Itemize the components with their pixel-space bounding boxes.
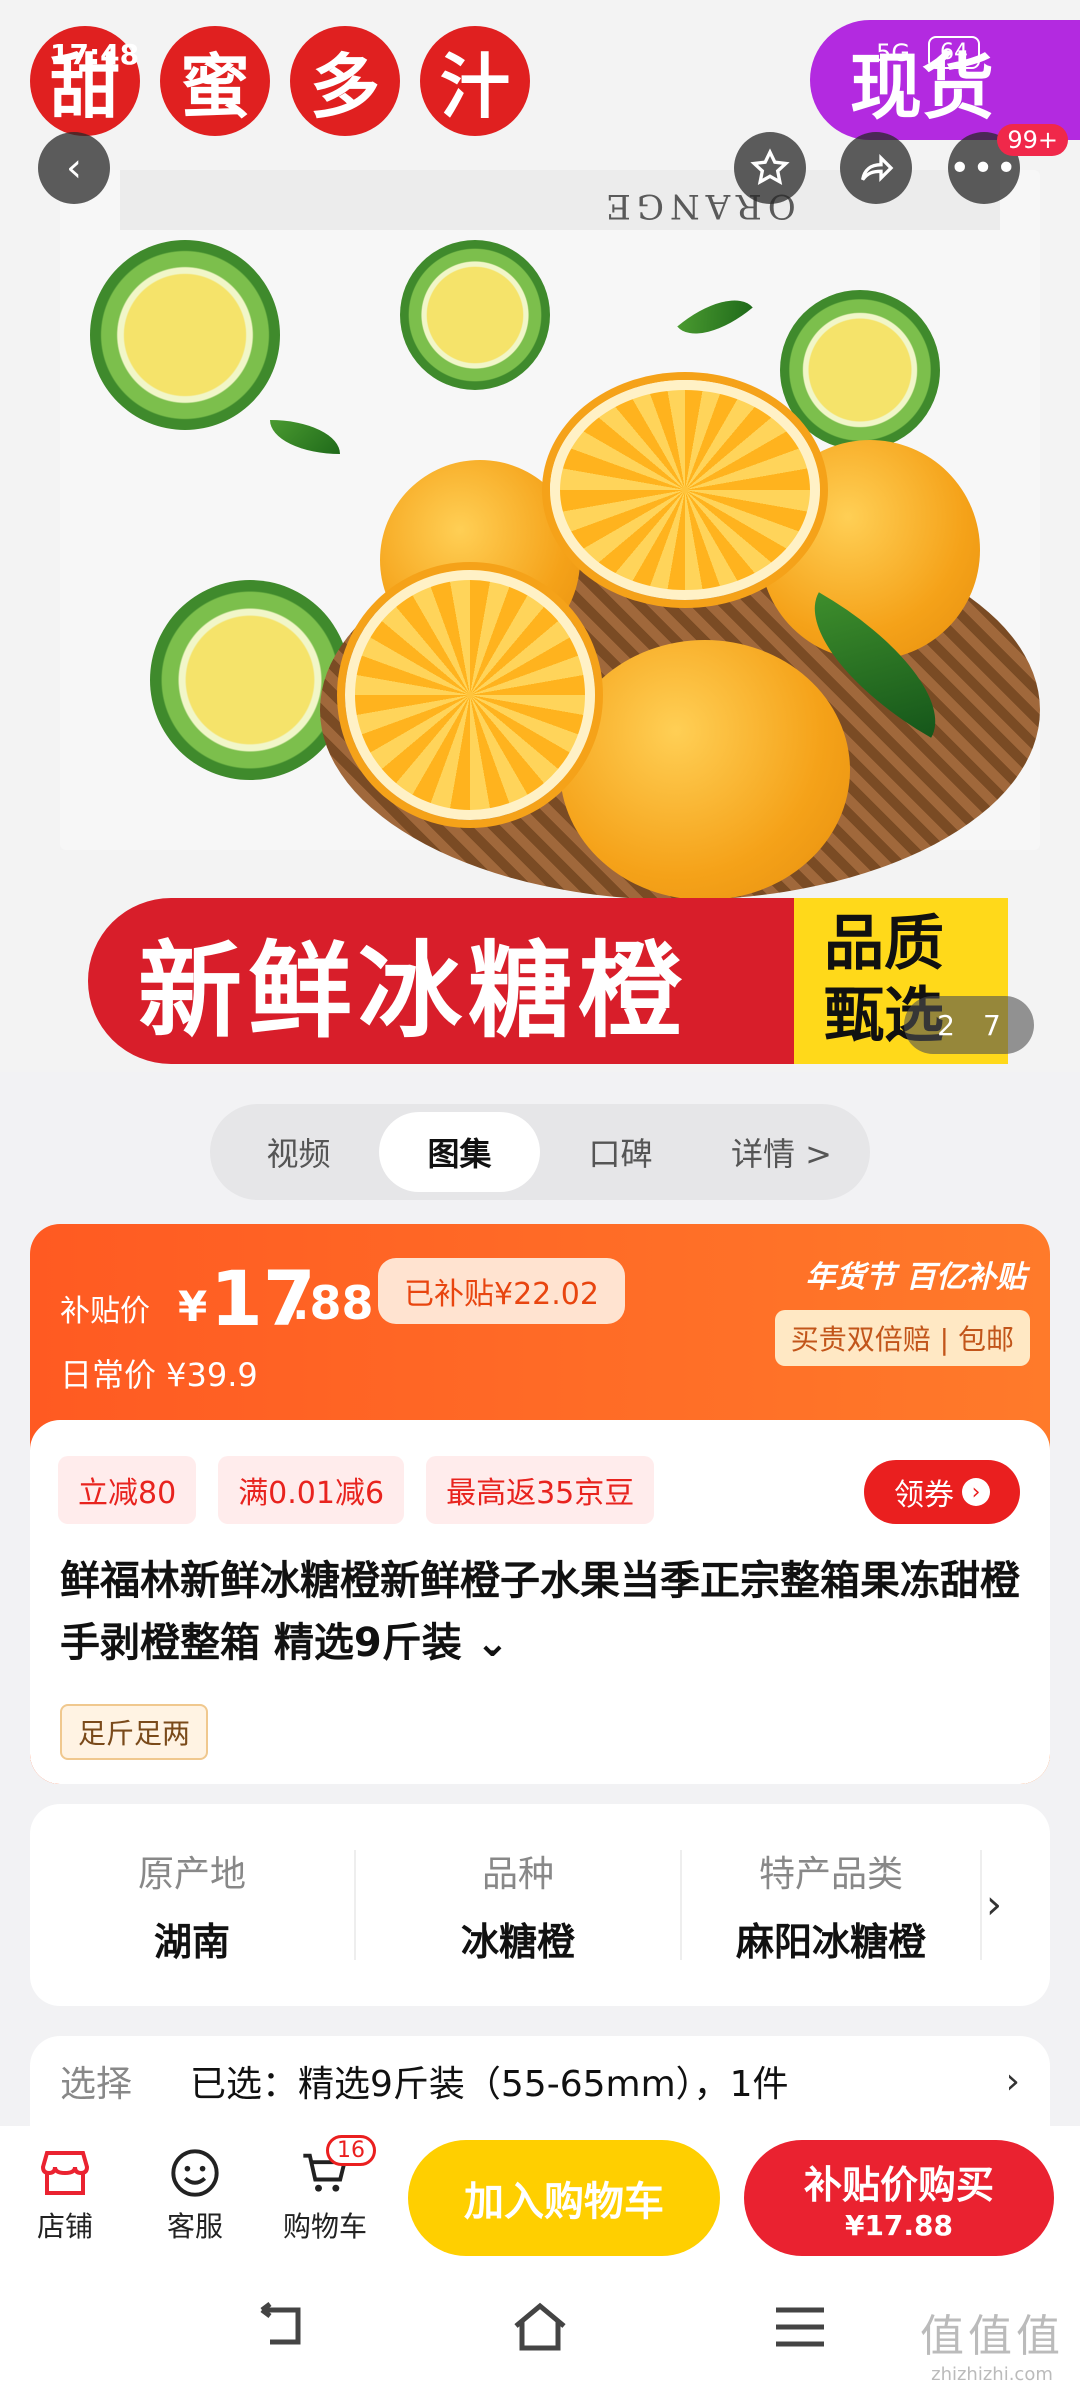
promo-logo[interactable]: 年货节 百亿补贴 (806, 1252, 1026, 1296)
cart-button[interactable]: 16 购物车 (260, 2135, 390, 2245)
lime-slice-image (780, 290, 940, 450)
product-page: ORANGE 甜 蜜 多 汁 现货 17:48 5G 64 ‹ ••• 99+ … (0, 0, 1080, 2400)
notification-badge: 99+ (997, 124, 1068, 156)
star-icon (750, 148, 790, 186)
bottom-action-bar: 店铺 客服 16 购物车 加入购物车 补贴价购买 ¥17.88 (0, 2126, 1080, 2266)
share-button[interactable] (840, 132, 912, 204)
attribute-value: 冰糖橙 (460, 1919, 575, 1961)
attribute-origin: 原产地 湖南 (30, 1850, 356, 1960)
battery-indicator: 64 (928, 36, 980, 69)
cart-count-badge: 16 (326, 2135, 376, 2166)
service-label: 客服 (166, 2210, 223, 2243)
status-time: 17:48 (50, 38, 140, 71)
status-indicators: 5G 64 (876, 36, 980, 69)
coupon-tag[interactable]: 立减80 (58, 1456, 197, 1524)
watermark: 值值值 zhizhizhi.com (920, 2300, 1064, 2385)
orange-image (560, 640, 850, 900)
system-nav-bar (0, 2266, 1080, 2400)
attribute-key: 特产品类 (758, 1853, 903, 1895)
tab-video[interactable]: 视频 (218, 1112, 379, 1192)
orange-half-image (345, 570, 595, 820)
tab-details[interactable]: 详情 > (701, 1112, 862, 1192)
price-decimal: .88 (292, 1276, 374, 1330)
home-nav-icon[interactable] (510, 2301, 570, 2366)
chevron-left-icon: ‹ (66, 145, 82, 191)
store-icon (35, 2147, 95, 2199)
tab-reviews[interactable]: 口碑 (540, 1112, 701, 1192)
quality-tag-line: 品质 (824, 909, 944, 979)
daily-price: 日常价 ¥39.9 (60, 1356, 258, 1394)
chevron-right-icon[interactable]: › (982, 1882, 1002, 1928)
lime-slice-image (400, 240, 550, 390)
attribute-variety: 品种 冰糖橙 (356, 1850, 682, 1960)
product-image-carousel[interactable]: ORANGE 甜 蜜 多 汁 现货 17:48 5G 64 ‹ ••• 99+ … (0, 0, 1080, 1072)
orange-half-image (550, 380, 820, 600)
back-button[interactable]: ‹ (38, 132, 110, 204)
chevron-right-icon: › (962, 1478, 990, 1506)
buy-now-price: ¥17.88 (844, 2209, 954, 2242)
attribute-specialty: 特产品类 麻阳冰糖橙 (682, 1850, 982, 1960)
tab-gallery[interactable]: 图集 (379, 1112, 540, 1192)
product-title[interactable]: 鲜福林新鲜冰糖橙新鲜橙子水果当季正宗整箱果冻甜橙手剥橙整箱 精选9斤装 ⌄ (60, 1550, 1030, 1674)
customer-service-button[interactable]: 客服 (130, 2147, 260, 2245)
coupon-list: 立减80 满0.01减6 最高返35京豆 (58, 1456, 655, 1524)
attributes-card[interactable]: 原产地 湖南 品种 冰糖橙 特产品类 麻阳冰糖橙 › (30, 1804, 1050, 2006)
attribute-value: 湖南 (153, 1919, 230, 1961)
image-counter: 2 7 (904, 996, 1034, 1054)
subsidy-amount-tag: 已补贴¥22.02 (378, 1258, 625, 1324)
coupon-tag[interactable]: 满0.01减6 (218, 1456, 405, 1524)
overlay-char: 汁 (420, 26, 530, 136)
select-label: 选择 (60, 2064, 133, 2105)
watermark-logo: 值值值 (920, 2311, 1064, 2362)
spec-selector[interactable]: 选择 已选：精选9斤装（55-65mm），1件 › (30, 2036, 1050, 2126)
favorite-button[interactable] (734, 132, 806, 204)
overlay-char: 蜜 (160, 26, 270, 136)
weight-tag: 足斤足两 (60, 1704, 209, 1760)
subsidy-price-label: 补贴价 (60, 1294, 150, 1329)
selected-spec: 已选：精选9斤装（55-65mm），1件 (190, 2064, 789, 2105)
image-total: 7 (983, 1008, 1001, 1042)
back-nav-icon[interactable] (250, 2301, 310, 2366)
share-icon (861, 153, 894, 183)
buy-now-button[interactable]: 补贴价购买 ¥17.88 (744, 2140, 1054, 2256)
store-button[interactable]: 店铺 (0, 2147, 130, 2245)
get-coupon-label: 领券 (894, 1478, 954, 1513)
attribute-key: 品种 (481, 1853, 554, 1895)
price-currency: ¥ (178, 1282, 208, 1331)
network-indicator: 5G (876, 38, 910, 67)
cart-label: 购物车 (282, 2210, 367, 2243)
attribute-value: 麻阳冰糖橙 (735, 1919, 926, 1961)
buy-now-label: 补贴价购买 (803, 2163, 994, 2207)
media-tabs: 视频 图集 口碑 详情 > (210, 1104, 870, 1200)
smile-icon (165, 2147, 225, 2199)
store-label: 店铺 (36, 2210, 93, 2243)
overlay-char: 多 (290, 26, 400, 136)
chevron-right-icon: › (1005, 2060, 1020, 2102)
add-to-cart-button[interactable]: 加入购物车 (408, 2140, 720, 2256)
lime-slice-image (90, 240, 280, 430)
guarantee-tag[interactable]: 买贵双倍赔 | 包邮 (774, 1310, 1030, 1366)
watermark-url: zhizhizhi.com (931, 2364, 1053, 2385)
price-card: 补贴价 ¥ 17 .88 已补贴¥22.02 日常价 ¥39.9 年货节 百亿补… (30, 1224, 1050, 1784)
attribute-key: 原产地 (137, 1853, 246, 1895)
coupon-tag[interactable]: 最高返35京豆 (426, 1456, 655, 1524)
lime-slice-image (150, 580, 350, 780)
get-coupon-button[interactable]: 领券 › (864, 1460, 1020, 1524)
menu-nav-icon[interactable] (770, 2301, 830, 2366)
product-info-card: 立减80 满0.01减6 最高返35京豆 领券 › 鲜福林新鲜冰糖橙新鲜橙子水果… (30, 1420, 1050, 1784)
image-index: 2 (937, 1008, 955, 1042)
